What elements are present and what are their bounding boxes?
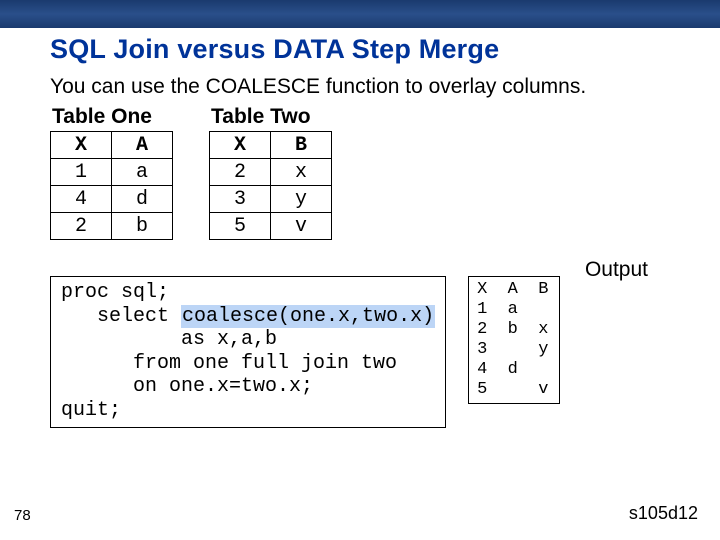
td: y bbox=[271, 186, 332, 213]
code-line: proc sql; bbox=[61, 281, 169, 304]
th: X bbox=[51, 132, 112, 159]
table-one-title: Table One bbox=[50, 105, 173, 129]
slide-title: SQL Join versus DATA Step Merge bbox=[50, 34, 686, 65]
th: X bbox=[210, 132, 271, 159]
td: 2 bbox=[210, 159, 271, 186]
code-line: select bbox=[61, 305, 181, 328]
tables-row: Table One X A 1a 4d 2b Table Two X B 2x … bbox=[50, 105, 686, 240]
table-two: X B 2x 3y 5v bbox=[209, 131, 332, 240]
table-two-group: Table Two X B 2x 3y 5v bbox=[209, 105, 332, 240]
code-line: as x,a,b bbox=[61, 328, 277, 351]
code-highlight: coalesce(one.x,two.x) bbox=[181, 305, 435, 328]
table-one: X A 1a 4d 2b bbox=[50, 131, 173, 240]
code-line: on one.x=two.x; bbox=[61, 375, 313, 398]
output-box: X A B 1 a 2 b x 3 y 4 d 5 v bbox=[468, 276, 559, 404]
slide-id: s105d12 bbox=[629, 503, 698, 524]
page-number: 78 bbox=[14, 507, 31, 524]
slide-content: SQL Join versus DATA Step Merge You can … bbox=[0, 28, 720, 428]
td: x bbox=[271, 159, 332, 186]
description-text: You can use the COALESCE function to ove… bbox=[50, 75, 686, 99]
td: v bbox=[271, 213, 332, 240]
code-row: proc sql; select coalesce(one.x,two.x) a… bbox=[50, 276, 686, 428]
table-one-group: Table One X A 1a 4d 2b bbox=[50, 105, 173, 240]
td: 1 bbox=[51, 159, 112, 186]
code-line: quit; bbox=[61, 399, 121, 422]
td: d bbox=[112, 186, 173, 213]
table-two-title: Table Two bbox=[209, 105, 332, 129]
code-box: proc sql; select coalesce(one.x,two.x) a… bbox=[50, 276, 446, 428]
code-line: from one full join two bbox=[61, 352, 397, 375]
td: b bbox=[112, 213, 173, 240]
td: 3 bbox=[210, 186, 271, 213]
td: 2 bbox=[51, 213, 112, 240]
td: 4 bbox=[51, 186, 112, 213]
banner bbox=[0, 0, 720, 28]
output-label: Output bbox=[585, 258, 648, 282]
th: A bbox=[112, 132, 173, 159]
td: a bbox=[112, 159, 173, 186]
td: 5 bbox=[210, 213, 271, 240]
th: B bbox=[271, 132, 332, 159]
